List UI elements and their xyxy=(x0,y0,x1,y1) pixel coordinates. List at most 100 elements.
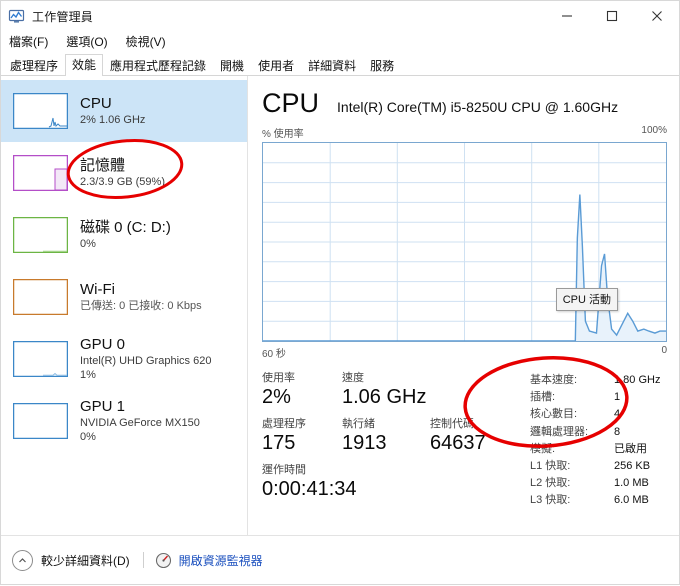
menu-item-options[interactable]: 選項(O) xyxy=(66,31,116,54)
sidebar-item-gpu-0-title: GPU 0 xyxy=(80,336,126,353)
spec-row: 基本速度: 1.80 GHz xyxy=(530,372,667,389)
stat-handles: 控制代碼 64637 xyxy=(430,418,510,455)
memory-thumbnail-icon xyxy=(13,155,68,191)
spec-key: 核心數目: xyxy=(530,408,578,421)
sidebar-item-cpu[interactable]: CPU 2% 1.06 GHz xyxy=(1,80,247,142)
sidebar-item-memory-title: 記憶體 xyxy=(80,157,126,174)
stat-threads: 執行緒 1913 xyxy=(342,418,422,455)
close-button[interactable] xyxy=(634,1,679,31)
menu-bar: 檔案(F) 選項(O) 檢視(V) xyxy=(1,31,679,54)
tab-processes[interactable]: 處理程序 xyxy=(3,55,65,76)
spec-key: 基本速度: xyxy=(530,374,578,386)
cpu-thumbnail-icon xyxy=(13,93,68,129)
spec-row: 邏輯處理器: 8 xyxy=(530,424,667,441)
cpu-spec-list: 基本速度: 1.80 GHz 插槽: 1 核心數目: 4 邏輯處理器: 8 模擬… xyxy=(518,372,667,510)
page-title: CPU xyxy=(262,88,320,118)
stat-processes-value: 175 xyxy=(262,432,296,454)
stat-uptime-value: 0:00:41:34 xyxy=(262,478,357,500)
footer-divider xyxy=(142,552,144,568)
stat-handles-value: 64637 xyxy=(430,432,486,454)
wifi-thumbnail-icon xyxy=(13,279,68,315)
task-manager-icon xyxy=(8,8,25,25)
tab-performance[interactable]: 效能 xyxy=(65,54,104,76)
sidebar-item-memory-text: 記憶體 2.3/3.9 GB (59%) xyxy=(80,157,165,189)
spec-row: L3 快取: 6.0 MB xyxy=(530,492,667,509)
sidebar-item-gpu-0-sub2: 1% xyxy=(80,369,96,381)
spec-row: 插槽: 1 xyxy=(530,389,667,406)
sidebar-item-gpu-0-sub1: Intel(R) UHD Graphics 620 xyxy=(80,355,212,367)
menu-item-file[interactable]: 檔案(F) xyxy=(9,31,57,54)
chevron-up-icon xyxy=(12,549,33,571)
sidebar-item-gpu-1-text: GPU 1 NVIDIA GeForce MX150 0% xyxy=(80,398,200,444)
tab-details[interactable]: 詳細資料 xyxy=(301,55,363,76)
open-resource-monitor-link[interactable]: 開啟資源監視器 xyxy=(155,552,263,569)
graph-y-max-label: 100% xyxy=(641,125,667,136)
maximize-button[interactable] xyxy=(589,1,634,31)
sidebar-item-gpu-0[interactable]: GPU 0 Intel(R) UHD Graphics 620 1% xyxy=(1,328,247,390)
sidebar-item-disk-0-text: 磁碟 0 (C: D:) 0% xyxy=(80,219,171,251)
spec-row: L1 快取: 256 KB xyxy=(530,458,667,475)
graph-axis-bottom: 60 秒 0 xyxy=(262,345,667,360)
stat-usage-label: 使用率 xyxy=(262,372,295,384)
tab-services[interactable]: 服務 xyxy=(363,55,401,76)
stat-speed-value: 1.06 GHz xyxy=(342,386,427,408)
menu-item-view[interactable]: 檢視(V) xyxy=(126,31,175,54)
fewer-details-label: 較少詳細資料(D) xyxy=(41,553,130,568)
spec-key: L1 快取: xyxy=(530,460,571,473)
sidebar-item-disk-0-sub: 0% xyxy=(80,238,96,250)
stat-threads-value: 1913 xyxy=(342,432,387,454)
window-controls xyxy=(544,1,679,31)
sidebar-item-wifi[interactable]: Wi-Fi 已傳送: 0 已接收: 0 Kbps xyxy=(1,266,247,328)
stat-speed: 速度 1.06 GHz xyxy=(342,372,430,409)
sidebar-item-disk-0[interactable]: 磁碟 0 (C: D:) 0% xyxy=(1,204,247,266)
content-area: CPU 2% 1.06 GHz 記憶體 2.3/3.9 GB (59%) 磁碟 … xyxy=(1,76,679,535)
footer-bar: 較少詳細資料(D) 開啟資源監視器 xyxy=(1,535,679,584)
stat-speed-label: 速度 xyxy=(342,372,364,384)
stat-processes: 處理程序 175 xyxy=(262,418,334,455)
gpu-1-thumbnail-icon xyxy=(13,403,68,439)
spec-row: 核心數目: 4 xyxy=(530,406,667,423)
tab-startup[interactable]: 開機 xyxy=(213,55,251,76)
spec-key: 邏輯處理器: xyxy=(530,425,589,438)
minimize-button[interactable] xyxy=(544,1,589,31)
spec-value: 1 xyxy=(614,391,621,404)
sidebar-item-wifi-title: Wi-Fi xyxy=(80,281,115,298)
stat-uptime-label: 運作時間 xyxy=(262,464,306,476)
sidebar-item-gpu-1-title: GPU 1 xyxy=(80,398,126,415)
spec-value: 已啟用 xyxy=(614,442,647,455)
cpu-detail-panel: CPU Intel(R) Core(TM) i5-8250U CPU @ 1.6… xyxy=(248,76,679,535)
graph-y-label: % 使用率 xyxy=(262,129,304,140)
spec-key: 插槽: xyxy=(530,391,556,404)
stat-row-counts: 處理程序 175 執行緒 1913 控制代碼 64637 xyxy=(262,418,518,455)
spec-value: 6.0 MB xyxy=(614,494,649,507)
stat-uptime: 運作時間 0:00:41:34 xyxy=(262,464,357,501)
sidebar-item-gpu-1[interactable]: GPU 1 NVIDIA GeForce MX150 0% xyxy=(1,390,247,452)
sidebar-item-memory-sub: 2.3/3.9 GB (59%) xyxy=(80,176,165,188)
graph-x-left-label: 60 秒 xyxy=(262,349,286,360)
spec-value: 8 xyxy=(614,425,621,438)
fewer-details-button[interactable]: 較少詳細資料(D) xyxy=(12,549,130,571)
spec-key: 模擬: xyxy=(530,442,556,455)
resource-sidebar: CPU 2% 1.06 GHz 記憶體 2.3/3.9 GB (59%) 磁碟 … xyxy=(1,76,248,535)
stat-row-uptime: 運作時間 0:00:41:34 xyxy=(262,464,518,501)
sidebar-item-disk-0-title: 磁碟 0 (C: D:) xyxy=(80,219,171,236)
spec-value: 4 xyxy=(614,408,621,421)
tab-app-history[interactable]: 應用程式歷程記錄 xyxy=(103,55,213,76)
cpu-stats: 使用率 2% 速度 1.06 GHz 處理程序 175 執行緒 1913 控制代… xyxy=(262,372,667,510)
open-resource-monitor-label: 開啟資源監視器 xyxy=(178,553,263,568)
task-manager-window: 工作管理員 檔案(F) 選項(O) 檢視(V) 處理程序 效能 應用程式歷程記錄… xyxy=(0,0,680,585)
cpu-utilization-graph[interactable]: CPU 活動 xyxy=(262,142,667,342)
spec-row: 模擬: 已啟用 xyxy=(530,441,667,458)
stat-row-usage: 使用率 2% 速度 1.06 GHz xyxy=(262,372,518,409)
tab-strip: 處理程序 效能 應用程式歷程記錄 開機 使用者 詳細資料 服務 xyxy=(1,54,679,76)
title-bar: 工作管理員 xyxy=(1,1,679,31)
sidebar-item-memory[interactable]: 記憶體 2.3/3.9 GB (59%) xyxy=(1,142,247,204)
sidebar-item-wifi-text: Wi-Fi 已傳送: 0 已接收: 0 Kbps xyxy=(80,281,202,313)
sidebar-item-cpu-title: CPU xyxy=(80,95,112,112)
sidebar-item-gpu-0-text: GPU 0 Intel(R) UHD Graphics 620 1% xyxy=(80,336,211,382)
spec-value: 1.80 GHz xyxy=(614,374,661,386)
sidebar-item-cpu-text: CPU 2% 1.06 GHz xyxy=(80,95,145,127)
spec-key: L2 快取: xyxy=(530,477,571,490)
tab-users[interactable]: 使用者 xyxy=(251,55,301,76)
resource-monitor-icon xyxy=(155,552,172,569)
